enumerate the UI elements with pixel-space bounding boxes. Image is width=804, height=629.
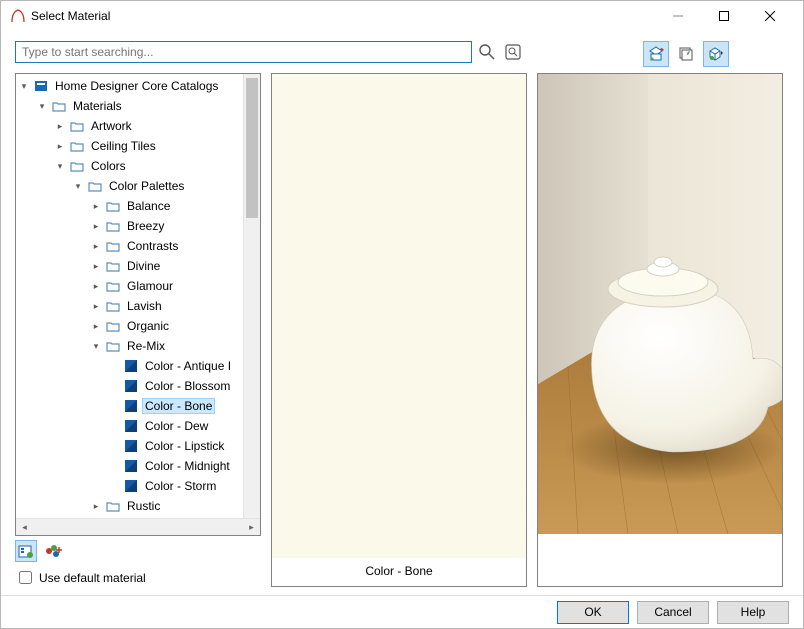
expand-toggle[interactable]: ▸ (90, 301, 102, 312)
expand-toggle[interactable]: ▸ (90, 281, 102, 292)
tree-item[interactable]: Rustic (124, 498, 163, 514)
use-default-material-checkbox[interactable] (19, 571, 32, 584)
folder-icon (69, 158, 85, 174)
dialog-footer: OK Cancel Help (1, 595, 803, 628)
expand-toggle[interactable]: ▸ (90, 221, 102, 232)
search-input[interactable] (15, 41, 472, 63)
expand-toggle[interactable]: ▸ (90, 201, 102, 212)
expand-toggle[interactable]: ▾ (72, 181, 84, 192)
titlebar: Select Material (1, 1, 803, 31)
expand-toggle[interactable]: ▾ (36, 101, 48, 112)
app-icon (11, 9, 25, 23)
folder-icon (69, 118, 85, 134)
folder-icon (105, 318, 121, 334)
add-material-button[interactable] (43, 540, 65, 562)
plant-preview-button[interactable] (673, 41, 699, 67)
tree-item[interactable]: Color Palettes (106, 178, 187, 194)
tree-item[interactable]: Glamour (124, 278, 176, 294)
material-icon (123, 358, 139, 374)
render-options-button[interactable] (703, 41, 729, 67)
search-options-icon[interactable] (502, 41, 524, 63)
tree-item[interactable]: Color - Midnight (142, 458, 233, 474)
tree-item[interactable]: Artwork (88, 118, 135, 134)
material-icon (123, 438, 139, 454)
maximize-button[interactable] (701, 1, 747, 31)
material-icon (123, 478, 139, 494)
help-button[interactable]: Help (717, 601, 789, 624)
expand-toggle[interactable]: ▸ (90, 501, 102, 512)
tree-item-selected[interactable]: Color - Bone (142, 398, 215, 414)
tree-item[interactable]: Color - Storm (142, 478, 219, 494)
tree-item[interactable]: Color - Lipstick (142, 438, 227, 454)
catalog-tree[interactable]: ▾Home Designer Core Catalogs ▾Materials … (15, 73, 261, 536)
swatch-label: Color - Bone (365, 564, 432, 578)
folder-icon (105, 338, 121, 354)
material-icon (123, 458, 139, 474)
tree-item[interactable]: Color - Dew (142, 418, 211, 434)
folder-icon (87, 178, 103, 194)
tree-scrollbar-vertical[interactable] (243, 74, 260, 518)
tree-item[interactable]: Ceiling Tiles (88, 138, 159, 154)
tree-item[interactable]: Color - Antique I (142, 358, 234, 374)
catalog-icon (33, 78, 49, 94)
expand-toggle[interactable]: ▸ (90, 241, 102, 252)
tree-item[interactable]: Breezy (124, 218, 167, 234)
use-default-material-label: Use default material (39, 571, 146, 585)
expand-toggle[interactable]: ▾ (54, 161, 66, 172)
tree-item[interactable]: Color - Blossom (142, 378, 233, 394)
close-button[interactable] (747, 1, 793, 31)
tree-item[interactable]: Materials (70, 98, 125, 114)
tree-item[interactable]: Lavish (124, 298, 165, 314)
folder-icon (105, 498, 121, 514)
window-title: Select Material (31, 9, 655, 23)
toggle-preview-button[interactable] (643, 41, 669, 67)
tree-item[interactable]: Re-Mix (124, 338, 168, 354)
folder-icon (51, 98, 67, 114)
minimize-button[interactable] (655, 1, 701, 31)
tree-item[interactable]: Divine (124, 258, 163, 274)
tree-scrollbar-horizontal[interactable]: ◂▸ (16, 518, 260, 535)
material-icon (123, 418, 139, 434)
search-icon[interactable] (476, 41, 498, 63)
swatch-pane: Color - Bone (271, 73, 527, 587)
expand-toggle[interactable]: ▸ (54, 121, 66, 132)
tree-item[interactable]: Colors (88, 158, 129, 174)
expand-toggle[interactable]: ▸ (54, 141, 66, 152)
preview-3d[interactable] (537, 73, 783, 587)
folder-icon (105, 198, 121, 214)
tree-item[interactable]: Organic (124, 318, 172, 334)
expand-toggle[interactable]: ▸ (90, 261, 102, 272)
expand-toggle[interactable]: ▸ (90, 321, 102, 332)
tree-item[interactable]: Home Designer Core Catalogs (52, 78, 221, 94)
tree-item[interactable]: Contrasts (124, 238, 181, 254)
cancel-button[interactable]: Cancel (637, 601, 709, 624)
expand-toggle[interactable]: ▾ (18, 81, 30, 92)
folder-icon (105, 298, 121, 314)
tree-item[interactable]: Balance (124, 198, 173, 214)
folder-icon (105, 278, 121, 294)
folder-icon (105, 218, 121, 234)
material-swatch (272, 74, 526, 558)
ok-button[interactable]: OK (557, 601, 629, 624)
folder-icon (69, 138, 85, 154)
material-icon (123, 378, 139, 394)
folder-icon (105, 238, 121, 254)
library-filter-button[interactable] (15, 540, 37, 562)
folder-icon (105, 258, 121, 274)
material-icon (123, 398, 139, 414)
expand-toggle[interactable]: ▾ (90, 341, 102, 352)
